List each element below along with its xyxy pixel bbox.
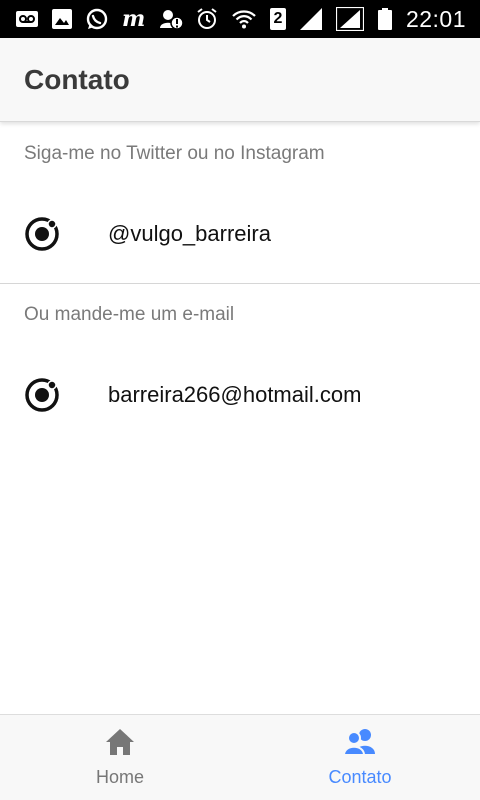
m-app-icon: m bbox=[122, 6, 146, 32]
section-label-email: Ou mande-me um e-mail bbox=[24, 304, 235, 325]
tab-contato-label: Contato bbox=[328, 766, 392, 787]
tab-home[interactable]: Home bbox=[0, 715, 240, 800]
clock: 22:01 bbox=[405, 5, 466, 32]
sim-badge: 2 bbox=[269, 8, 286, 30]
tab-home-label: Home bbox=[95, 766, 144, 787]
whatsapp-icon bbox=[86, 7, 108, 31]
image-icon bbox=[52, 7, 72, 31]
tab-contato[interactable]: Contato bbox=[240, 715, 480, 800]
section-label-social: Siga-me no Twitter ou no Instagram bbox=[24, 143, 325, 164]
signal-icon bbox=[335, 7, 364, 31]
battery-icon bbox=[377, 7, 392, 31]
status-bar: m 2 22:01 bbox=[0, 0, 480, 38]
list-item-social[interactable]: @vulgo_barreira bbox=[0, 185, 480, 283]
social-handle: @vulgo_barreira bbox=[108, 221, 271, 246]
status-bar-right: 2 22:01 bbox=[196, 6, 466, 33]
contact-list: Siga-me no Twitter ou no Instagram @vulg… bbox=[0, 123, 480, 444]
voicemail-icon bbox=[16, 7, 38, 31]
header: Contato bbox=[0, 38, 480, 122]
home-icon bbox=[105, 728, 135, 761]
alarm-icon bbox=[196, 7, 218, 31]
page-title: Contato bbox=[24, 63, 130, 95]
signal-icon bbox=[299, 7, 322, 31]
ionic-icon bbox=[24, 377, 60, 413]
contacts-icon bbox=[342, 728, 376, 761]
status-bar-left: m bbox=[16, 6, 184, 32]
list-item-email[interactable]: barreira266@hotmail.com bbox=[0, 346, 480, 444]
ionic-icon bbox=[24, 216, 60, 252]
email-address: barreira266@hotmail.com bbox=[108, 382, 362, 407]
tab-bar: Home Contato bbox=[0, 714, 480, 800]
account-alert-icon bbox=[159, 7, 184, 31]
wifi-icon bbox=[232, 7, 256, 31]
